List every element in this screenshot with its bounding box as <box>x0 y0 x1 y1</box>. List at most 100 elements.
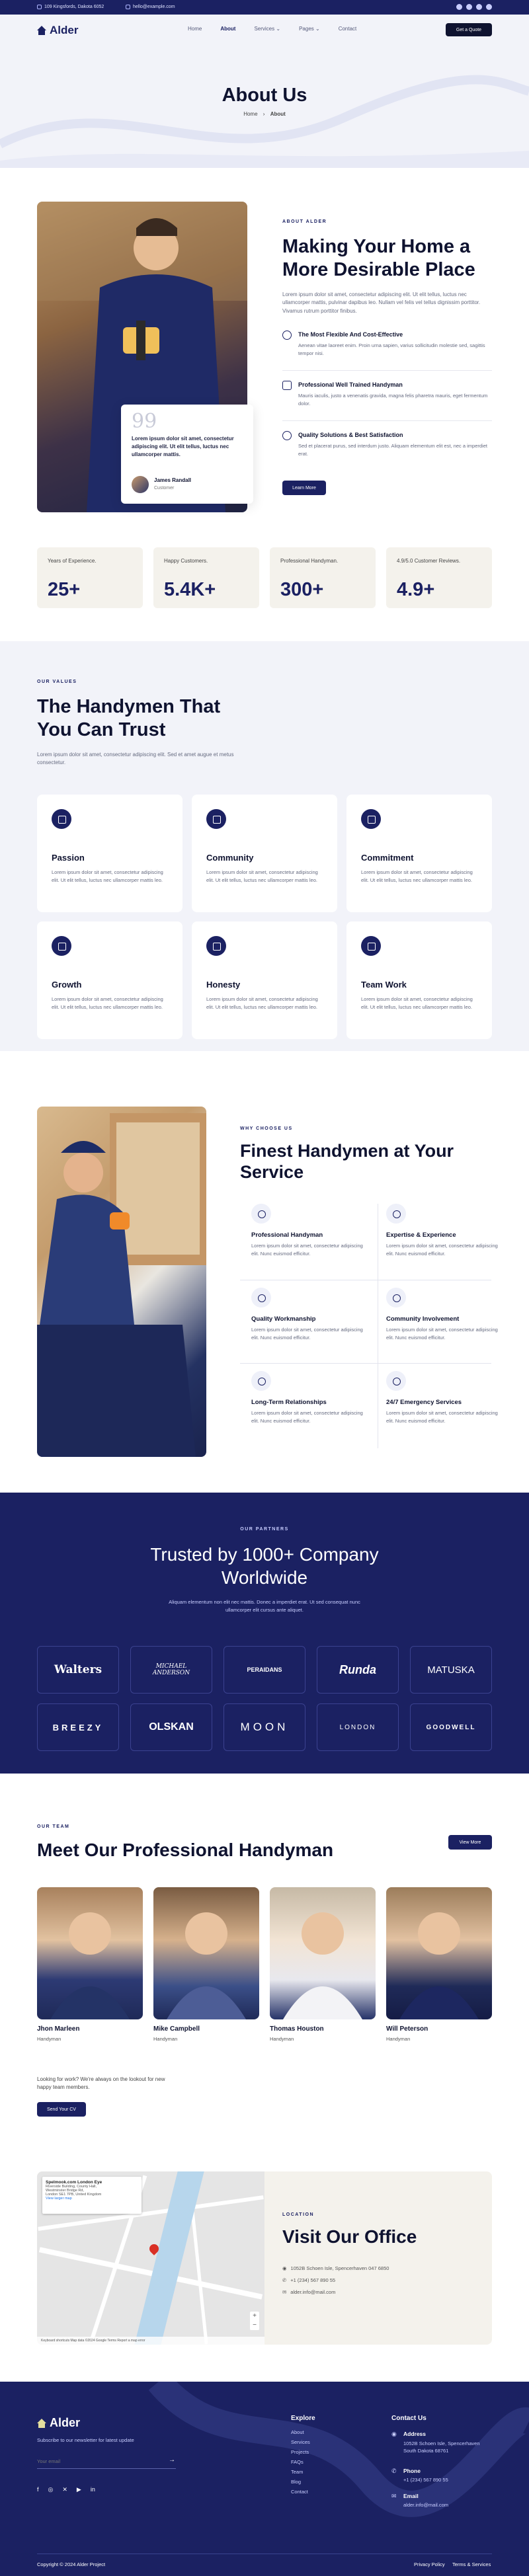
map-embed[interactable]: Spelmook.com London Eye Riverside Buildi… <box>37 2171 264 2345</box>
facebook-icon[interactable]: f <box>37 2486 39 2493</box>
footer-logo[interactable]: Alder <box>37 2416 80 2430</box>
feather-icon <box>52 809 71 829</box>
nav-item-pages[interactable]: Pages ⌄ <box>299 26 320 32</box>
value-card: Community Lorem ipsum dolor sit amet, co… <box>192 795 337 912</box>
facebook-icon[interactable] <box>456 4 462 10</box>
why-item: Long-Term Relationships Lorem ipsum dolo… <box>251 1371 377 1445</box>
house-logo-icon <box>37 26 46 35</box>
breadcrumb-home[interactable]: Home <box>243 111 257 117</box>
team-icon <box>361 936 381 956</box>
x-icon[interactable]: ✕ <box>62 2486 67 2493</box>
team-member-role: Handyman <box>386 2036 411 2042</box>
why-item: 24/7 Emergency Services Lorem ipsum dolo… <box>386 1371 512 1445</box>
stat-card: Happy Customers. 5.4K+ <box>153 547 259 608</box>
about-intro: Lorem ipsum dolor sit amet, consectetur … <box>282 292 481 314</box>
nav-item-services[interactable]: Services ⌄ <box>254 26 280 32</box>
youtube-icon[interactable]: ▶ <box>77 2486 81 2493</box>
get-quote-button[interactable]: Get a Quote <box>446 23 492 36</box>
team-member-illustration <box>399 1912 479 2019</box>
avatar <box>132 476 149 493</box>
about-title: Making Your Home a More Desirable Place <box>282 236 475 280</box>
value-card: Commitment Lorem ipsum dolor sit amet, c… <box>346 795 492 912</box>
team-member-role: Handyman <box>37 2036 61 2042</box>
values-kicker: OUR VALUES <box>37 680 77 684</box>
topbar-email[interactable]: hello@example.com <box>126 5 175 9</box>
view-more-button[interactable]: View More <box>448 1835 492 1850</box>
footer-link-projects[interactable]: Projects <box>291 2449 310 2455</box>
divider <box>240 1363 491 1364</box>
about-feature: The Most Flexible And Cost-Effective Aen… <box>282 331 491 370</box>
topbar-address: 109 Kingsfords, Dakota 6052 <box>37 5 104 9</box>
arrow-right-icon[interactable]: → <box>169 2456 175 2464</box>
office-kicker: LOCATION <box>282 2212 315 2217</box>
nav-item-home[interactable]: Home <box>188 26 202 32</box>
map-info-card: Spelmook.com London Eye Riverside Buildi… <box>42 2177 142 2214</box>
send-cv-button[interactable]: Send Your CV <box>37 2102 86 2117</box>
terms-link[interactable]: Terms & Services <box>452 2561 491 2567</box>
location-icon: ◉ <box>391 2431 397 2437</box>
partner-logo: MICHAEL ANDERSON <box>130 1646 212 1694</box>
breadcrumb: Home › About <box>0 111 529 117</box>
stat-card: 4.9/5.0 Customer Reviews. 4.9+ <box>386 547 492 608</box>
target-icon <box>361 809 381 829</box>
mail-icon <box>126 5 130 9</box>
office-address: ◉ 1052B Schoen Isle, Spencerhaven 047 685… <box>282 2265 389 2271</box>
testimonial-text: Lorem ipsum dolor sit amet, consectetur … <box>132 436 234 457</box>
divider <box>282 420 492 421</box>
nav-menu: Home About Services ⌄ Pages ⌄ Contact <box>188 26 356 32</box>
top-bar: 109 Kingsfords, Dakota 6052 hello@exampl… <box>0 0 529 15</box>
team-member-name: Will Peterson <box>386 2025 428 2033</box>
footer-link-contact[interactable]: Contact <box>291 2489 310 2495</box>
contact-heading: Contact Us <box>391 2415 427 2422</box>
map-zoom-controls[interactable]: + − <box>250 2312 259 2330</box>
linkedin-icon[interactable]: in <box>91 2486 95 2493</box>
footer-email-label: Email <box>403 2493 419 2499</box>
team-photo <box>37 1887 143 2019</box>
footer-email[interactable]: alder.info@mail.com <box>403 2502 448 2508</box>
team-member-name: Thomas Houston <box>270 2025 324 2033</box>
why-item: Expertise & Experience Lorem ipsum dolor… <box>386 1204 512 1278</box>
footer-link-about[interactable]: About <box>291 2429 310 2435</box>
value-card: Growth Lorem ipsum dolor sit amet, conse… <box>37 921 183 1039</box>
footer-link-services[interactable]: Services <box>291 2439 310 2445</box>
badge-icon <box>282 431 292 440</box>
chevron-down-icon: ⌄ <box>315 26 320 32</box>
partners-intro: Aliquam elementum non elit nec mattis. D… <box>169 1599 360 1613</box>
wrench-icon <box>386 1204 406 1224</box>
brand-logo[interactable]: Alder <box>37 24 78 37</box>
nav-item-contact[interactable]: Contact <box>339 26 357 32</box>
youtube-icon[interactable] <box>476 4 482 10</box>
footer-phone[interactable]: +1 (234) 567 890 55 <box>403 2477 448 2483</box>
footer-link-blog[interactable]: Blog <box>291 2479 310 2485</box>
why-photo <box>37 1107 206 1457</box>
partner-logo: MOON <box>224 1703 305 1751</box>
office-email[interactable]: ✉ alder.info@mail.com <box>282 2289 335 2295</box>
footer-link-faqs[interactable]: FAQs <box>291 2459 310 2465</box>
partners-section: OUR PARTNERS Trusted by 1000+ Company Wo… <box>0 1493 529 1774</box>
privacy-policy-link[interactable]: Privacy Policy <box>414 2561 445 2567</box>
stat-card: Years of Experience. 25+ <box>37 547 143 608</box>
toolbox-icon <box>251 1204 271 1224</box>
footer-address-label: Address <box>403 2431 427 2437</box>
breadcrumb-current: About <box>270 111 286 117</box>
office-section: Spelmook.com London Eye Riverside Buildi… <box>37 2171 492 2345</box>
team-title: Meet Our Professional Handyman <box>37 1840 334 1860</box>
handshake-icon <box>206 809 226 829</box>
footer-link-team[interactable]: Team <box>291 2469 310 2475</box>
main-nav: Alder Home About Services ⌄ Pages ⌄ Cont… <box>0 15 529 45</box>
newsletter-email-input[interactable] <box>37 2454 176 2469</box>
topbar-social <box>456 4 492 10</box>
office-phone[interactable]: ✆ +1 (234) 567 890 55 <box>282 2277 335 2283</box>
team-member-illustration <box>167 1912 246 2019</box>
phone-icon: ✆ <box>391 2468 397 2474</box>
twitter-icon[interactable] <box>466 4 472 10</box>
chevron-down-icon: ⌄ <box>276 26 281 32</box>
footer-social: f ◎ ✕ ▶ in <box>37 2486 95 2493</box>
linkedin-icon[interactable] <box>486 4 492 10</box>
instagram-icon[interactable]: ◎ <box>48 2486 54 2493</box>
learn-more-button[interactable]: Learn More <box>282 481 326 495</box>
testimonial-card: 99 Lorem ipsum dolor sit amet, consectet… <box>121 405 253 504</box>
medal-icon <box>251 1288 271 1308</box>
view-larger-map-link[interactable]: View larger map <box>46 2197 138 2201</box>
nav-item-about[interactable]: About <box>220 26 235 32</box>
